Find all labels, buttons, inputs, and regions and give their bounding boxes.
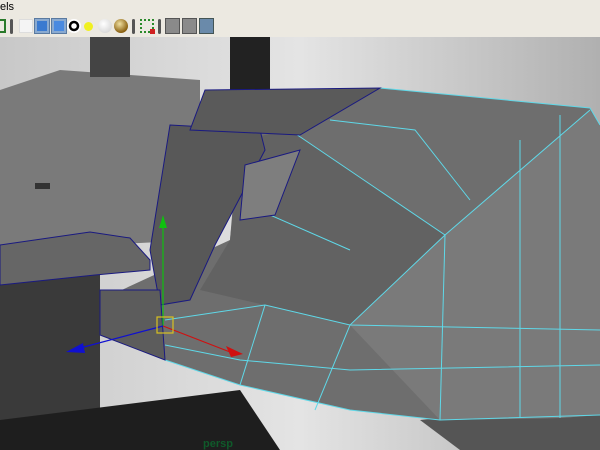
camera-name-label: persp [203,438,233,450]
hud-icon[interactable] [199,18,214,34]
reference-slot [35,183,50,189]
toolbar-separator [10,19,13,34]
scene-render [0,37,600,450]
smooth-shade-selected-icon[interactable] [51,18,67,34]
menu-bar: els [0,0,600,16]
xray-icon[interactable] [165,18,180,34]
smooth-shade-all-icon[interactable] [34,18,50,34]
camera-icon[interactable] [0,19,6,33]
textured-icon[interactable] [67,19,81,33]
reference-part [90,37,130,77]
wireframe-icon[interactable] [19,19,33,33]
backface-icon[interactable] [182,18,197,34]
perspective-viewport[interactable]: persp [0,37,600,450]
toolbar-separator [158,19,161,34]
use-selected-lights-icon[interactable] [114,19,128,33]
reference-part [230,37,270,97]
toolbar-separator [132,19,135,34]
menu-panels[interactable]: els [0,1,14,13]
use-all-lights-icon[interactable] [98,19,112,33]
isolate-select-icon[interactable] [140,19,155,34]
panel-toolbar [0,16,600,38]
use-default-light-icon[interactable] [84,22,93,31]
